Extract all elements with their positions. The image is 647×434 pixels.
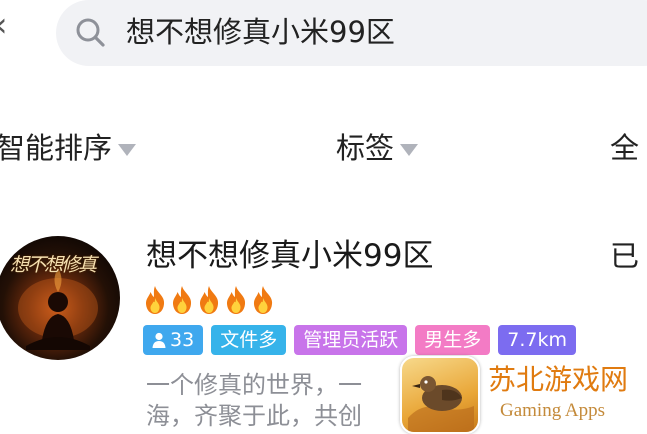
member-count-tag: 33	[143, 325, 204, 355]
person-icon	[152, 332, 166, 348]
back-icon[interactable]: ‹	[0, 8, 8, 42]
tag-label: 7.7km	[507, 329, 567, 351]
filter-label: 标签	[336, 131, 395, 165]
gender-tag: 男生多	[415, 325, 491, 355]
site-watermark: 苏北游戏网 Gaming Apps	[396, 352, 647, 434]
group-avatar[interactable]: 想不想修真	[0, 236, 120, 360]
flame-icon	[145, 286, 165, 314]
join-status-label[interactable]: 已	[610, 234, 639, 278]
filter-label: 全	[610, 131, 640, 165]
watermark-logo	[400, 356, 480, 434]
filter-smart-sort[interactable]: 智能排序	[0, 128, 137, 168]
distance-tag: 7.7km	[498, 325, 576, 355]
filter-tags[interactable]: 标签	[336, 128, 419, 168]
search-icon	[76, 18, 105, 47]
flame-icon	[172, 286, 192, 314]
dropdown-arrow-icon	[400, 144, 419, 156]
filter-all[interactable]: 全	[610, 128, 639, 168]
filter-label: 智能排序	[0, 131, 113, 165]
member-count: 33	[170, 329, 195, 351]
search-input[interactable]: 想不想修真小米99区	[126, 10, 395, 54]
flame-icon	[199, 286, 219, 314]
tag-label: 男生多	[424, 329, 482, 351]
watermark-title: 苏北游戏网	[488, 363, 629, 396]
group-description-line: 海，齐聚于此，共创	[146, 402, 362, 430]
search-bar[interactable]: 想不想修真小米99区	[56, 0, 647, 66]
group-name[interactable]: 想不想修真小米99区	[146, 234, 433, 278]
flame-icon	[226, 286, 246, 314]
admin-active-tag: 管理员活跃	[294, 325, 408, 355]
avatar-calligraphy: 想不想修真	[10, 254, 97, 276]
flame-icon	[253, 286, 273, 314]
dropdown-arrow-icon	[118, 144, 137, 156]
bird-icon	[408, 376, 474, 432]
watermark-subtitle: Gaming Apps	[500, 400, 606, 421]
heat-rating	[143, 285, 275, 315]
files-tag: 文件多	[211, 325, 287, 355]
tag-label: 管理员活跃	[303, 329, 399, 351]
tag-label: 文件多	[220, 329, 278, 351]
tag-list: 33 文件多 管理员活跃 男生多 7.7km	[143, 325, 576, 355]
group-description-line: 一个修真的世界，一	[146, 371, 362, 399]
